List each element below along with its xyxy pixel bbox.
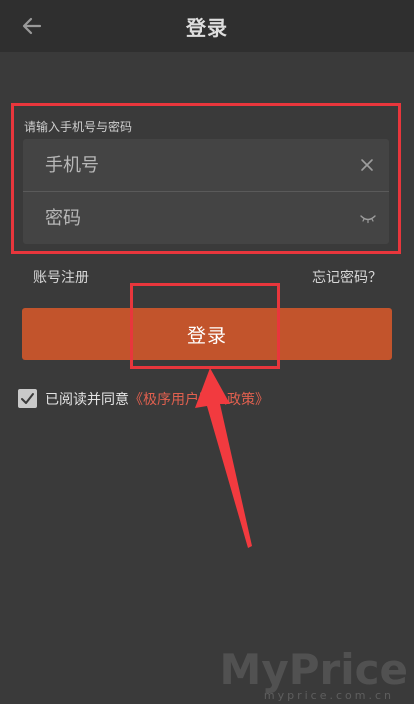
watermark-logo: MyPrice	[219, 645, 408, 694]
app-bar: 登录	[0, 0, 414, 52]
password-input[interactable]	[45, 192, 345, 244]
form-hint: 请输入手机号与密码	[24, 120, 133, 134]
login-form-highlight: 请输入手机号与密码	[11, 103, 401, 254]
phone-input[interactable]	[45, 139, 345, 191]
register-link[interactable]: 账号注册	[33, 267, 89, 287]
eye-closed-icon[interactable]	[359, 212, 377, 224]
login-button[interactable]: 登录	[22, 308, 392, 360]
agreement-label: 已阅读并同意	[45, 392, 129, 408]
watermark-url: myprice.com.cn	[263, 689, 394, 702]
password-field	[23, 192, 389, 244]
agreement-row: 已阅读并同意《极序用户隐私政策》	[18, 388, 398, 410]
agreement-checkbox[interactable]	[18, 389, 37, 408]
page-title: 登录	[186, 16, 228, 40]
checkmark-icon	[21, 393, 34, 404]
privacy-policy-link[interactable]: 《极序用户隐私政策》	[129, 392, 269, 408]
close-icon[interactable]	[359, 157, 375, 173]
forgot-password-link[interactable]: 忘记密码？	[312, 267, 382, 287]
phone-field	[23, 139, 389, 191]
agreement-text: 已阅读并同意《极序用户隐私政策》	[45, 389, 269, 409]
